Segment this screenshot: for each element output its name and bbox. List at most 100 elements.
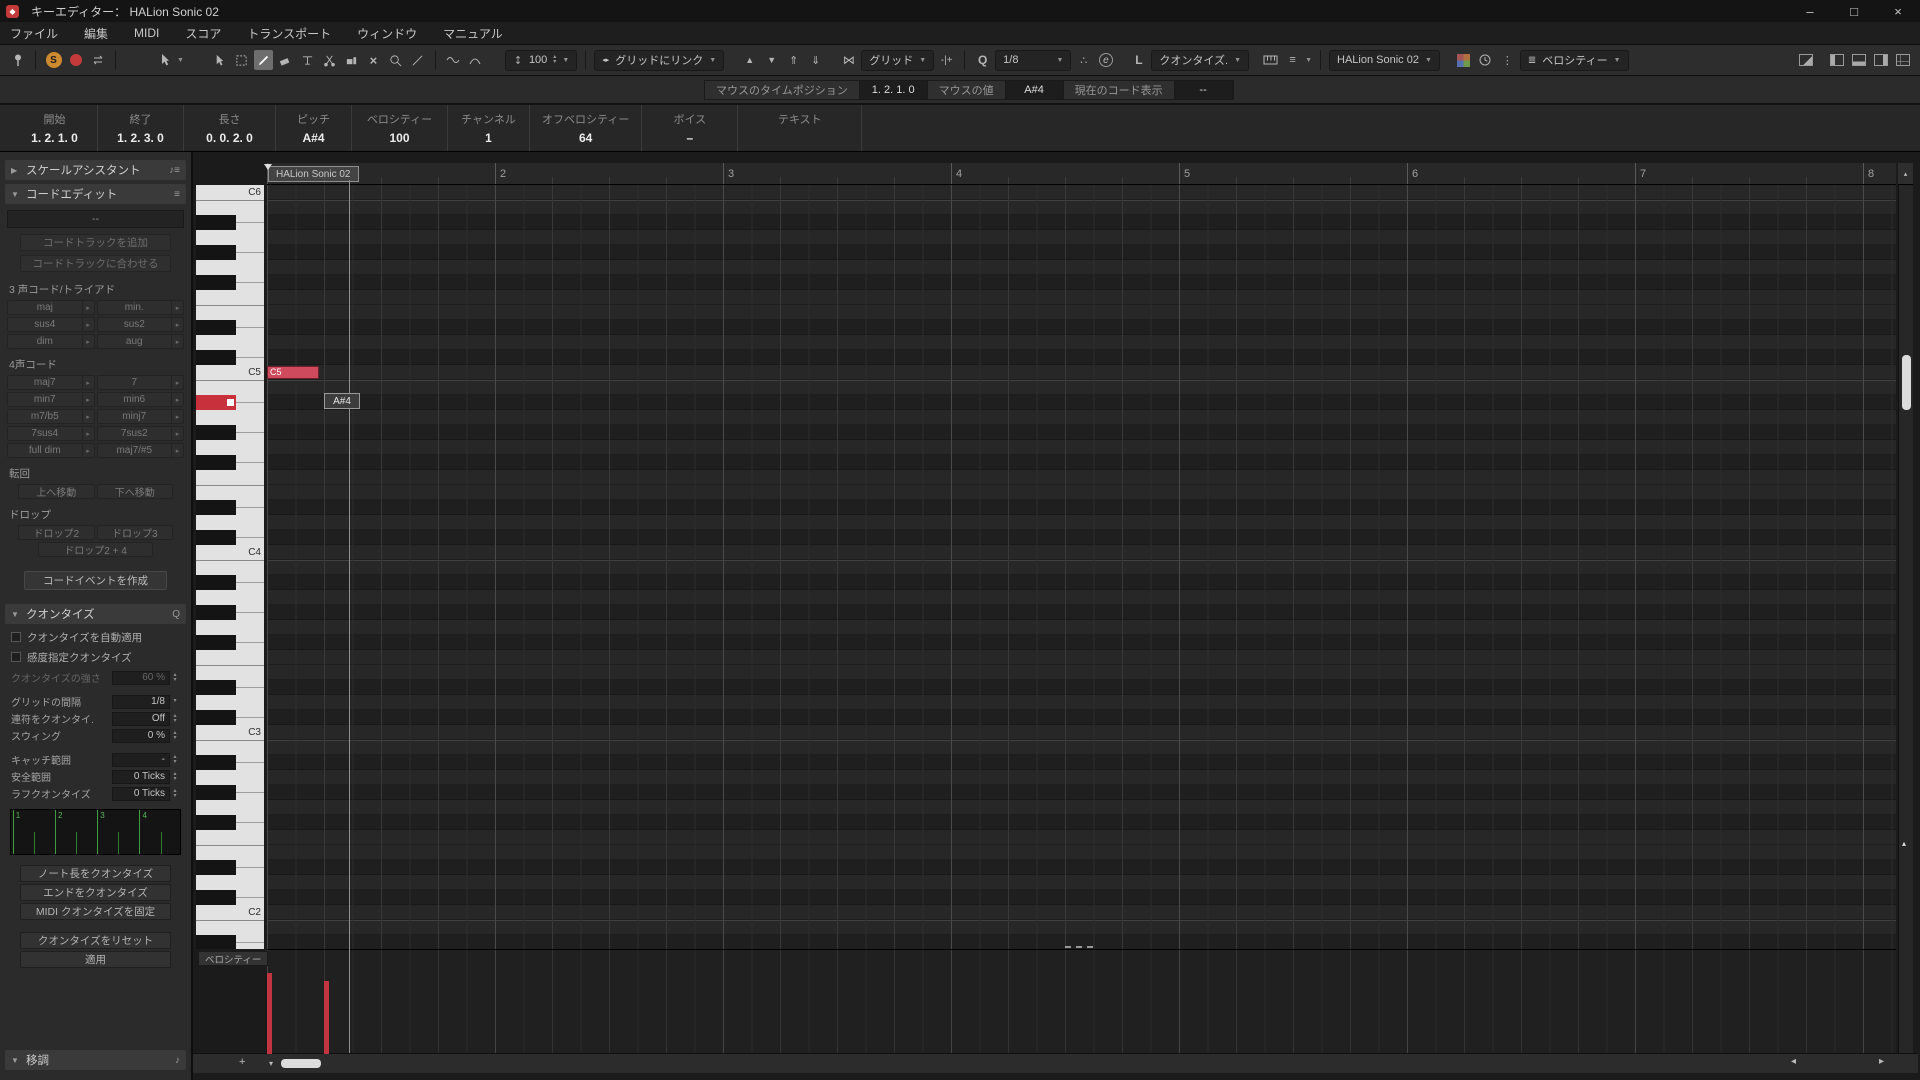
param-stepper[interactable]: ▴▾: [170, 789, 180, 799]
piano-key-black[interactable]: [196, 455, 236, 470]
midi-note-c5[interactable]: C5: [267, 366, 319, 379]
chord-button-7[interactable]: 7▸: [97, 375, 185, 390]
piano-key-black[interactable]: [196, 605, 236, 620]
project-cursor-handle[interactable]: [264, 164, 272, 170]
transpose-down-button[interactable]: ▼: [762, 50, 781, 70]
chord-arrow-icon[interactable]: ▸: [82, 335, 94, 348]
zoom-tool[interactable]: [386, 50, 405, 70]
info-value[interactable]: 1. 2. 3. 0: [117, 131, 164, 145]
piano-key-black[interactable]: [196, 635, 236, 650]
step-input-icon[interactable]: [1261, 50, 1280, 70]
insert-velocity-field[interactable]: 100 ▴▾ ▼: [505, 50, 577, 71]
ruler[interactable]: HALion Sonic 02 2345678: [267, 163, 1896, 185]
trim-tool[interactable]: [298, 50, 317, 70]
chord-arrow-icon[interactable]: ▸: [171, 427, 183, 440]
menu-item[interactable]: MIDI: [134, 26, 159, 40]
piano-key-black[interactable]: [196, 680, 236, 695]
info-value[interactable]: 0. 0. 2. 0: [206, 131, 253, 145]
draw-tool[interactable]: [254, 50, 273, 70]
info-value[interactable]: 1: [485, 131, 492, 145]
chord-button-min6[interactable]: min6▸: [97, 392, 185, 407]
drop2-button[interactable]: ドロップ2: [18, 525, 95, 540]
chord-arrow-icon[interactable]: ▸: [82, 318, 94, 331]
quantize-button[interactable]: ノート長をクオンタイズ: [20, 865, 171, 882]
quantize-button[interactable]: 適用: [20, 951, 171, 968]
more-options-icon[interactable]: ⋮: [1498, 50, 1517, 70]
tool-dropdown-caret[interactable]: ▼: [177, 57, 184, 64]
chord-button-maj[interactable]: maj▸: [7, 300, 95, 315]
chord-arrow-icon[interactable]: ▸: [82, 427, 94, 440]
section-chord-edit[interactable]: ▼ コードエディット ≡: [5, 184, 186, 204]
menu-item[interactable]: マニュアル: [443, 25, 503, 42]
quantize-button[interactable]: MIDI クオンタイズを固定: [20, 903, 171, 920]
maxim ize-button[interactable]: □: [1832, 0, 1876, 22]
velocity-caret[interactable]: ▼: [562, 57, 569, 64]
piano-key-black[interactable]: [196, 935, 236, 949]
param-value[interactable]: 60 %: [112, 671, 170, 685]
current-tool-icon[interactable]: [155, 50, 174, 70]
range-selection-tool[interactable]: [232, 50, 251, 70]
quantize-preset-dropdown[interactable]: 1/8 ▼: [995, 50, 1071, 71]
info-value[interactable]: 1. 2. 1. 0: [31, 131, 78, 145]
open-in-window-icon[interactable]: [1796, 50, 1815, 70]
snap-button[interactable]: ⋈: [839, 50, 858, 70]
grid-link-dropdown[interactable]: ◂▸ グリッドにリンク ▼: [594, 50, 724, 71]
split-tool[interactable]: [320, 50, 339, 70]
piano-key-black[interactable]: [196, 425, 236, 440]
chord-arrow-icon[interactable]: ▸: [82, 393, 94, 406]
chord-arrow-icon[interactable]: ▸: [82, 410, 94, 423]
chord-button-maj7/#5[interactable]: maj7/#5▸: [97, 443, 185, 458]
left-zone-icon[interactable]: [1827, 50, 1846, 70]
part-name-box[interactable]: HALion Sonic 02: [268, 166, 359, 182]
minimize-button[interactable]: –: [1788, 0, 1832, 22]
velocity-lane[interactable]: [267, 949, 1896, 1053]
time-warp-tool[interactable]: [444, 50, 463, 70]
quantize-button[interactable]: エンドをクオンタイズ: [20, 884, 171, 901]
menu-item[interactable]: スコア: [185, 25, 221, 42]
chord-arrow-icon[interactable]: ▸: [82, 301, 94, 314]
inversion-up-button[interactable]: 上へ移動: [18, 484, 95, 499]
note-grid[interactable]: C5 A#4: [267, 185, 1896, 949]
piano-key-black[interactable]: [196, 215, 236, 230]
chord-arrow-icon[interactable]: ▸: [171, 393, 183, 406]
piano-key-black[interactable]: [196, 785, 236, 800]
erase-tool[interactable]: [276, 50, 295, 70]
velocity-bar[interactable]: [324, 981, 329, 1054]
grid-adjust-icon[interactable]: -|+: [937, 50, 956, 70]
section-scale-assistant[interactable]: ▶ スケールアシスタント ♪≡: [5, 160, 186, 180]
scroll-right-button[interactable]: ▸: [1879, 1056, 1884, 1067]
param-value[interactable]: 0 %: [112, 729, 170, 743]
vertical-scrollbar[interactable]: ▴: [1898, 185, 1913, 1053]
menu-item[interactable]: トランスポート: [247, 25, 331, 42]
iq-quantize-checkbox[interactable]: [11, 652, 21, 662]
chord-button-7sus2[interactable]: 7sus2▸: [97, 426, 185, 441]
chord-button-dim[interactable]: dim▸: [7, 334, 95, 349]
param-stepper[interactable]: ▴▾: [170, 731, 180, 741]
auto-select-pin-icon[interactable]: [8, 50, 27, 70]
chord-arrow-icon[interactable]: ▸: [171, 318, 183, 331]
param-stepper[interactable]: ▴▾: [170, 772, 180, 782]
info-value[interactable]: –: [687, 131, 694, 145]
chord-button-min.[interactable]: min.▸: [97, 300, 185, 315]
transpose-octave-down-button[interactable]: ⇓: [806, 50, 825, 70]
chord-button-sus4[interactable]: sus4▸: [7, 317, 95, 332]
piano-key-black[interactable]: [196, 320, 236, 335]
chord-arrow-icon[interactable]: ▸: [171, 335, 183, 348]
menu-item[interactable]: 編集: [84, 25, 108, 42]
menu-item[interactable]: ファイル: [10, 25, 58, 42]
scroll-left-button[interactable]: ◂: [1791, 1056, 1796, 1067]
solo-button[interactable]: S: [44, 50, 63, 70]
right-zone-icon[interactable]: [1871, 50, 1890, 70]
horizontal-scrollbar-thumb[interactable]: [281, 1059, 321, 1068]
match-chord-track-button[interactable]: コードトラックに合わせる: [20, 255, 171, 272]
drop3-button[interactable]: ドロップ3: [97, 525, 174, 540]
piano-key-black[interactable]: [196, 890, 236, 905]
lower-zone-icon[interactable]: [1849, 50, 1868, 70]
transpose-up-button[interactable]: ▲: [740, 50, 759, 70]
piano-key-black[interactable]: [196, 860, 236, 875]
chord-button-7sus4[interactable]: 7sus4▸: [7, 426, 95, 441]
mute-tool[interactable]: ×: [364, 50, 383, 70]
menu-item[interactable]: ウィンドウ: [357, 25, 417, 42]
chord-button-minj7[interactable]: minj7▸: [97, 409, 185, 424]
piano-key-black[interactable]: [196, 245, 236, 260]
